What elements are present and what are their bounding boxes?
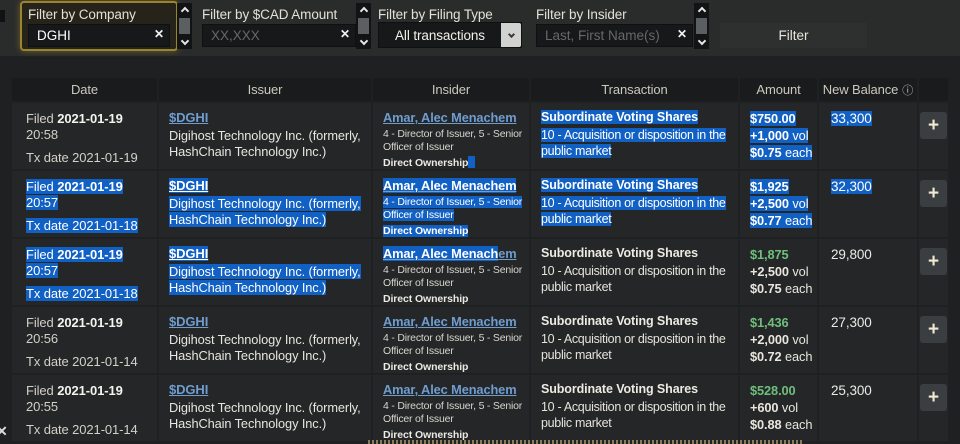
- clear-company-icon[interactable]: ✕: [154, 27, 164, 41]
- date-cell: Filed 2021-01-19 20:58 Tx date 2021-01-1…: [12, 103, 157, 169]
- date-cell: Filed 2021-01-19 20:57 Tx date 2021-01-1…: [12, 239, 157, 305]
- actions-cell: +: [919, 375, 948, 441]
- new-balance-cell: 32,300: [819, 171, 917, 237]
- insider-link[interactable]: Amar, Alec Menachem: [383, 110, 516, 125]
- filing-type-select[interactable]: All transactions: [378, 22, 522, 48]
- actions-cell: +: [919, 171, 948, 237]
- insider-cell: Amar, Alec Menachem 4 - Director of Issu…: [373, 103, 529, 169]
- header-transaction: Transaction: [531, 78, 738, 101]
- new-balance-cell: 27,300: [819, 307, 917, 373]
- company-filter-label: Filter by Company: [28, 7, 136, 22]
- new-balance-cell: 33,300: [819, 103, 917, 169]
- spinner-down-icon[interactable]: [697, 37, 705, 45]
- amount-filter-label: Filter by $CAD Amount: [202, 7, 337, 22]
- spinner-thumb[interactable]: [179, 18, 190, 34]
- filings-table: Date Issuer Insider Transaction Amount N…: [12, 78, 948, 441]
- actions-cell: +: [919, 103, 948, 169]
- amount-filter-field: ✕: [202, 24, 356, 47]
- transaction-cell: Subordinate Voting Shares 10 - Acquisiti…: [531, 375, 738, 441]
- insider-cell: Amar, Alec Menachem 4 - Director of Issu…: [373, 171, 529, 237]
- spinner-up-icon[interactable]: [697, 7, 705, 15]
- header-new-balance: New Balance ⓘ: [819, 78, 917, 101]
- header-actions: [919, 78, 948, 101]
- spinner-down-icon[interactable]: [180, 37, 188, 45]
- date-cell: Filed 2021-01-19 20:56 Tx date 2021-01-1…: [12, 307, 157, 373]
- spinner-thumb[interactable]: [358, 18, 369, 34]
- expand-row-button[interactable]: +: [920, 180, 947, 207]
- expand-row-button[interactable]: +: [920, 384, 947, 411]
- issuer-ticker-link[interactable]: $DGHI: [169, 110, 208, 125]
- issuer-cell: $DGHI Digihost Technology Inc. (formerly…: [159, 239, 371, 305]
- company-filter-field: ✕: [28, 24, 170, 47]
- amount-cell: $1,436 +2,000 vol $0.72 each: [740, 307, 817, 373]
- new-balance-cell: 25,300: [819, 375, 917, 441]
- chevron-down-icon: [507, 30, 514, 37]
- expand-row-button[interactable]: +: [920, 112, 947, 139]
- new-balance-cell: 29,800: [819, 239, 917, 305]
- amount-filter-input[interactable]: [202, 24, 356, 47]
- partial-close-icon[interactable]: ✕: [0, 423, 8, 440]
- filing-type-filter-label: Filter by Filing Type: [378, 7, 493, 22]
- spinner-down-icon[interactable]: [359, 37, 367, 45]
- issuer-ticker-link[interactable]: $DGHI: [169, 246, 208, 261]
- company-filter-spinner[interactable]: [177, 3, 192, 49]
- insider-filings-page: Filter by Company ✕ Filter by $CAD Amoun…: [0, 0, 960, 444]
- issuer-cell: $DGHI Digihost Technology Inc. (formerly…: [159, 307, 371, 373]
- header-date: Date: [12, 78, 157, 101]
- transaction-cell: Subordinate Voting Shares 10 - Acquisiti…: [531, 171, 738, 237]
- edge-artifact: [0, 10, 5, 22]
- issuer-cell: $DGHI Digihost Technology Inc. (formerly…: [159, 103, 371, 169]
- amount-cell: $528.00 +600 vol $0.88 each: [740, 375, 817, 441]
- header-insider: Insider: [373, 78, 529, 101]
- actions-cell: +: [919, 239, 948, 305]
- issuer-ticker-link[interactable]: $DGHI: [169, 314, 208, 329]
- insider-filter-label: Filter by Insider: [536, 7, 627, 22]
- date-cell: Filed 2021-01-19 20:55 Tx date 2021-01-1…: [12, 375, 157, 441]
- issuer-ticker-link[interactable]: $DGHI: [169, 178, 208, 193]
- insider-link[interactable]: Amar, Alec Menachem: [383, 382, 516, 397]
- cropped-bottom-text: [368, 440, 804, 444]
- amount-filter-spinner[interactable]: [356, 3, 371, 49]
- expand-row-button[interactable]: +: [920, 248, 947, 275]
- insider-cell: Amar, Alec Menachem 4 - Director of Issu…: [373, 239, 529, 305]
- clear-insider-icon[interactable]: ✕: [677, 27, 687, 41]
- clear-amount-icon[interactable]: ✕: [340, 27, 350, 41]
- expand-row-button[interactable]: +: [920, 316, 947, 343]
- amount-cell: $750.00 +1,000 vol $0.75 each: [740, 103, 817, 169]
- spinner-up-icon[interactable]: [359, 7, 367, 15]
- insider-link[interactable]: Amar, Alec Menachem: [383, 314, 516, 329]
- insider-link[interactable]: Amar, Alec Menachem: [383, 178, 516, 193]
- spinner-thumb[interactable]: [696, 18, 707, 34]
- filter-button[interactable]: Filter: [720, 23, 867, 48]
- insider-cell: Amar, Alec Menachem 4 - Director of Issu…: [373, 307, 529, 373]
- header-issuer: Issuer: [159, 78, 371, 101]
- transaction-cell: Subordinate Voting Shares 10 - Acquisiti…: [531, 307, 738, 373]
- issuer-ticker-link[interactable]: $DGHI: [169, 382, 208, 397]
- transaction-cell: Subordinate Voting Shares 10 - Acquisiti…: [531, 239, 738, 305]
- insider-filter-spinner[interactable]: [694, 3, 709, 49]
- filter-toolbar: Filter by Company ✕ Filter by $CAD Amoun…: [0, 0, 960, 56]
- info-icon[interactable]: ⓘ: [902, 82, 913, 98]
- insider-cell: Amar, Alec Menachem 4 - Director of Issu…: [373, 375, 529, 441]
- company-filter-input[interactable]: [28, 24, 170, 47]
- spinner-up-icon[interactable]: [180, 7, 188, 15]
- issuer-cell: $DGHI Digihost Technology Inc. (formerly…: [159, 375, 371, 441]
- actions-cell: +: [919, 307, 948, 373]
- filing-type-selected-value: All transactions: [379, 23, 501, 47]
- insider-filter-field: ✕: [536, 24, 693, 47]
- insider-link[interactable]: Amar, Alec Menachem: [383, 246, 516, 261]
- amount-cell: $1,925 +2,500 vol $0.77 each: [740, 171, 817, 237]
- insider-filter-input[interactable]: [536, 24, 693, 47]
- transaction-cell: Subordinate Voting Shares 10 - Acquisiti…: [531, 103, 738, 169]
- selection-tail: [468, 156, 475, 168]
- header-amount: Amount: [740, 78, 817, 101]
- amount-cell: $1,875 +2,500 vol $0.75 each: [740, 239, 817, 305]
- issuer-cell: $DGHI Digihost Technology Inc. (formerly…: [159, 171, 371, 237]
- select-dropdown-button[interactable]: [501, 23, 521, 47]
- date-cell: Filed 2021-01-19 20:57 Tx date 2021-01-1…: [12, 171, 157, 237]
